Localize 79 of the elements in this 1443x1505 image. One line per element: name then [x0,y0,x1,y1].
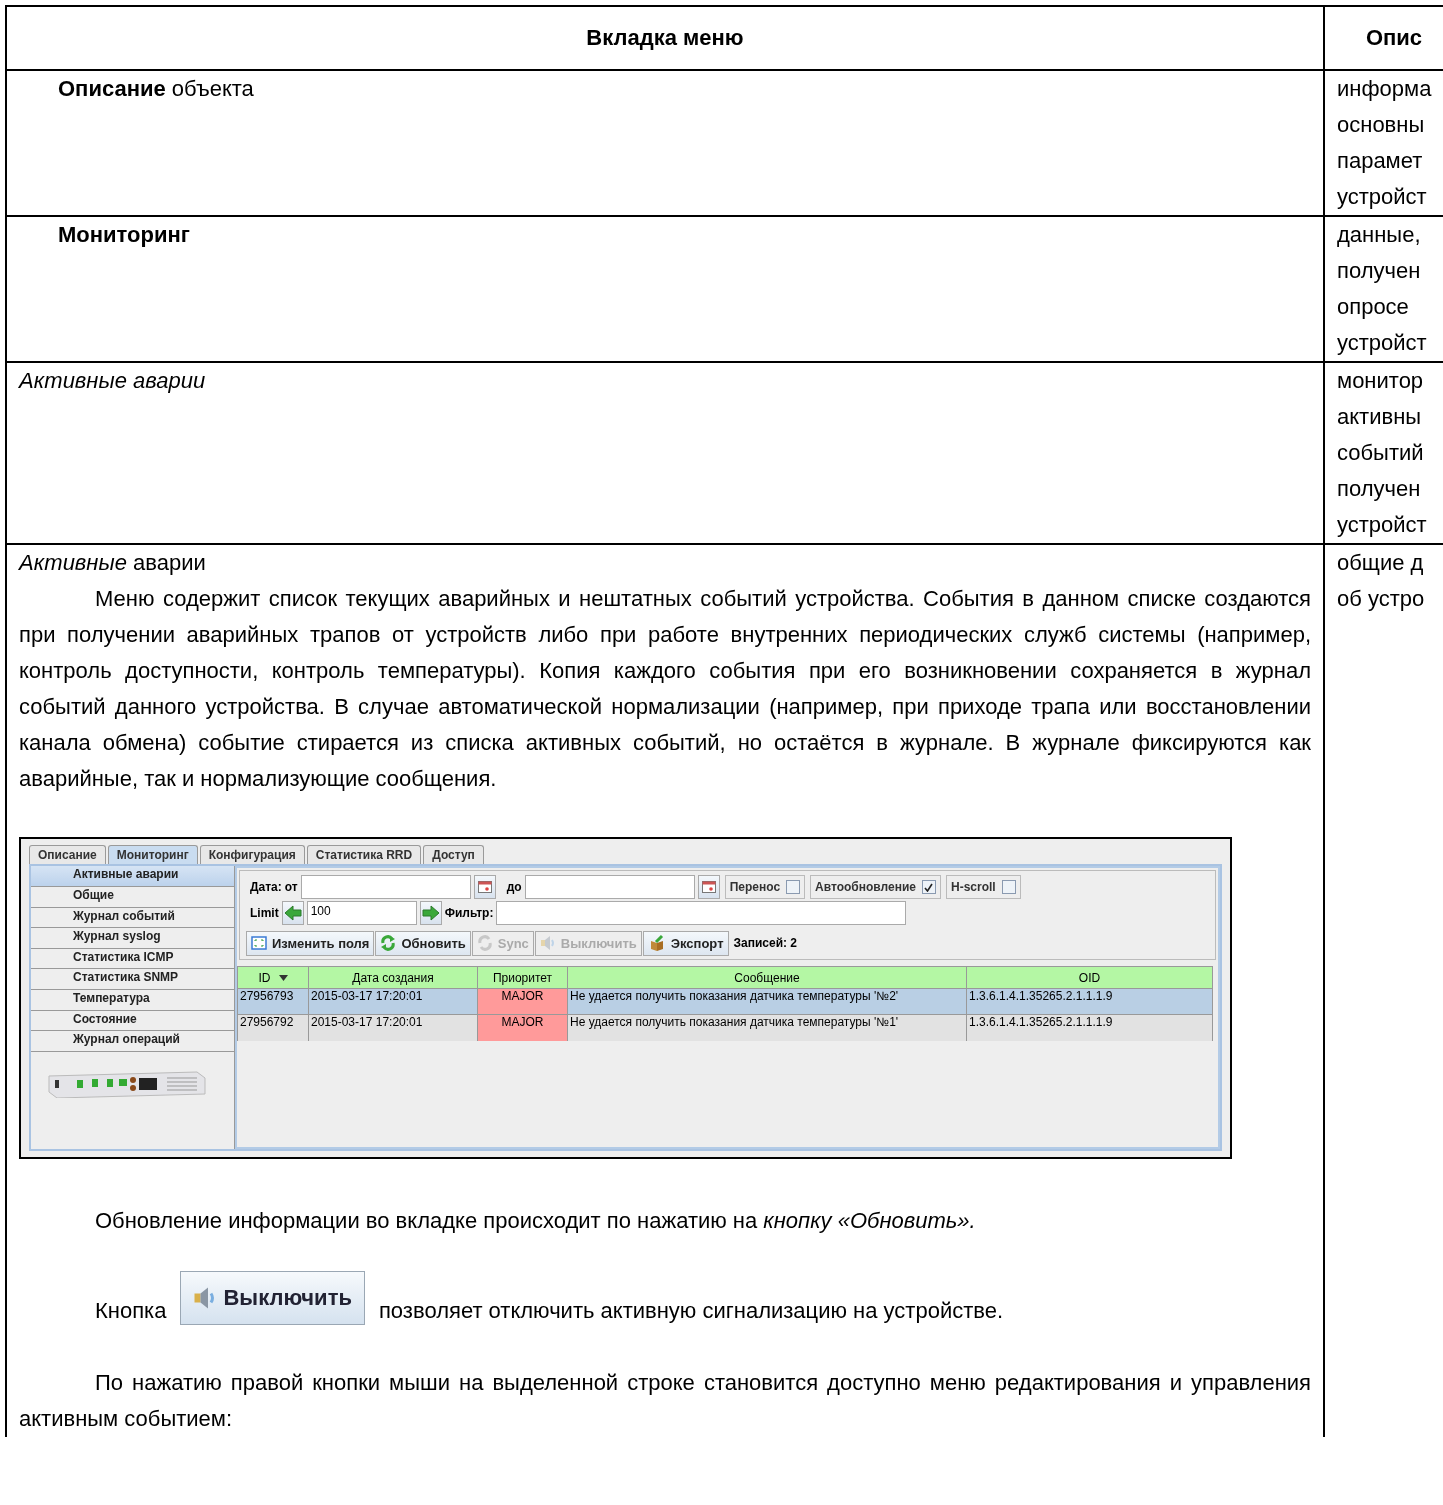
tab[interactable]: Доступ [423,845,484,865]
right-arrow-icon [421,905,440,922]
speaker-icon [539,935,556,952]
menu-item[interactable]: Статистика SNMP [31,969,234,990]
body-paragraph: Меню содержит список текущих аварийных и нештатных событий устройства. События в данном списке создаются при получении аварийных трапов от устройств либо при работе внутренних периодических служб системы (например, контроль доступности, контроль температуры). Копия каждого события при его возникновении сохраняется в журнал событий данного устройства. В случае автоматической нормализации (например, при приходе трапа или восстановлении канала обмена) событие стирается из списка активных событий, но остаётся в журнале. В журнале фиксируются как аварийные, так и нормализующие сообщения. [19,585,1311,793]
toolbar-button[interactable]: Обновить [375,930,471,956]
table-cell: 27956793 [237,988,309,1015]
date-to-field[interactable] [524,875,695,900]
table-cell: MAJOR [477,988,568,1015]
tab[interactable]: Мониторинг [107,845,198,865]
tab[interactable]: Статистика RRD [306,845,422,865]
filter-field[interactable] [496,901,907,926]
sort-caret-icon [278,974,288,981]
table-cell: 2015-03-17 17:20:01 [308,1014,478,1041]
from-label: от [284,880,298,895]
column-label: Приоритет [492,970,553,986]
column-header[interactable]: Сообщение [567,966,967,989]
body-text: позволяет отключить активную сигнализацию на устройстве. [378,1298,1004,1323]
mute-button[interactable]: Выключить [180,1271,365,1325]
body-paragraph: По нажатию правой кнопки мыши на выделенной строке становится доступно меню редактирования и управления активным событием: [19,1369,1311,1433]
menu-item[interactable]: Общие [31,887,234,908]
left-arrow-icon [283,905,302,922]
fields-icon [251,936,267,951]
row-title: Активные аварии [19,367,206,395]
menu-item[interactable]: Журнал операций [31,1031,234,1052]
column-label: ID [258,970,271,986]
column-header[interactable]: Дата создания [308,966,478,989]
row-title: Мониторинг [57,221,190,249]
table-cell: 27956792 [237,1014,309,1041]
table-cell: Не удается получить показания датчика температуры '№1' [567,1014,967,1041]
checkbox[interactable] [786,880,801,895]
tab[interactable]: Конфигурация [199,845,305,865]
row-title: Активные аварии [19,549,206,577]
body-paragraph: Обновление информации во вкладке происходит по нажатию на кнопку «Обновить». [94,1207,977,1235]
checkbox[interactable] [1001,880,1016,895]
menu-item[interactable]: Состояние [31,1010,234,1032]
body-text: Кнопка [95,1298,167,1323]
checkbox-label: Автообновление [815,880,916,895]
to-label: до [506,880,522,895]
limit-label: Limit [250,906,279,921]
toolbar-button[interactable]: Изменить поля [246,930,375,956]
description-text: общие д об устро [1337,549,1426,613]
calendar-button[interactable] [473,875,496,900]
menu-item[interactable]: Активные аварии [31,866,234,887]
table-cell: MAJOR [477,1014,568,1041]
toolbar-button[interactable]: Экспорт [642,930,729,956]
calendar-button[interactable] [697,875,720,900]
row-title: Описание объекта [57,75,254,103]
menu-item[interactable]: Температура [31,989,234,1011]
column-header: Вкладка меню [6,6,1324,70]
checkbox[interactable] [922,880,936,895]
column-header: Опис [1324,6,1443,70]
menu-item[interactable]: Статистика ICMP [31,948,234,970]
table-cell: Не удается получить показания датчика температуры '№2' [567,988,967,1015]
filter-label: Фильтр: [444,906,494,921]
limit-field[interactable]: 100 [306,901,417,926]
refresh-icon [380,935,397,952]
menu-item[interactable]: Журнал syslog [31,928,234,949]
previous-button[interactable] [281,901,304,926]
table-cell: 2015-03-17 17:20:01 [308,988,478,1015]
column-label: Сообщение [734,970,800,986]
next-button[interactable] [419,901,442,926]
record-count: Записей: 2 [733,936,798,951]
date-label: Дата: [250,880,282,895]
column-label: Дата создания [352,970,434,986]
checkbox-label: H-scroll [951,880,996,895]
calendar-icon [701,881,716,894]
column-header[interactable]: ID [237,966,309,989]
sync-icon [476,935,493,952]
calendar-icon [477,881,492,894]
table-cell: 1.3.6.1.4.1.35265.2.1.1.1.9 [966,988,1213,1015]
table-cell: 1.3.6.1.4.1.35265.2.1.1.1.9 [966,1014,1213,1041]
column-header[interactable]: OID [966,966,1213,989]
column-header[interactable]: Приоритет [477,966,568,989]
checkbox-label: Перенос [729,880,781,895]
tab[interactable]: Описание [29,845,106,865]
column-label: OID [1078,970,1101,986]
menu-item[interactable]: Журнал событий [31,907,234,929]
date-from-field[interactable] [300,875,471,900]
